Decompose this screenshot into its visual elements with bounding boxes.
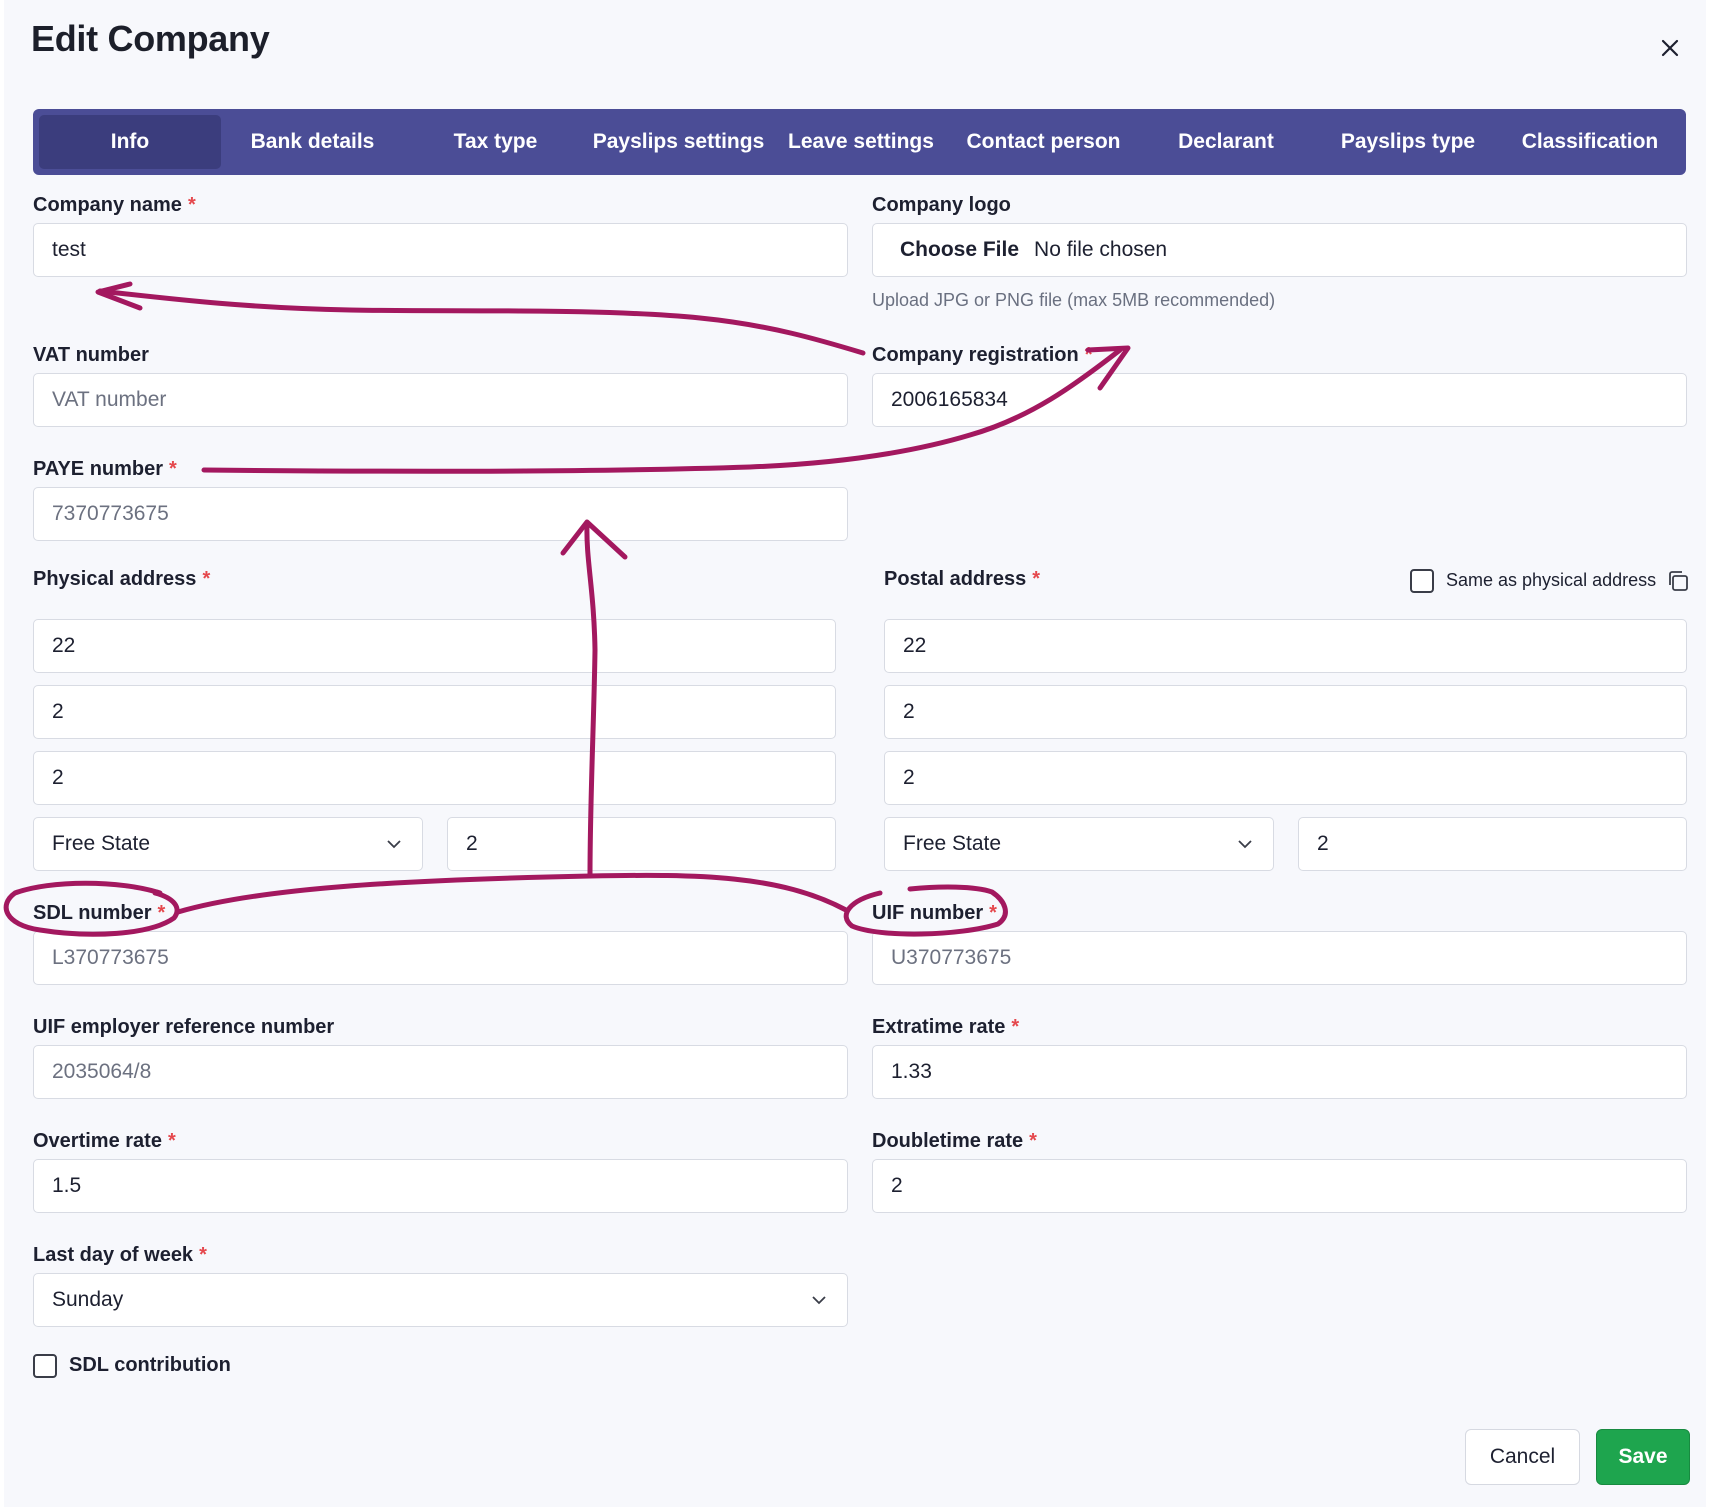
overtime-rate-input[interactable]: 1.5 bbox=[33, 1159, 848, 1213]
extratime-rate-label: Extratime rate * bbox=[872, 1016, 1020, 1038]
physical-address-line1[interactable]: 22 bbox=[33, 619, 836, 673]
extratime-rate-input[interactable]: 1.33 bbox=[872, 1045, 1687, 1099]
vat-number-input[interactable]: VAT number bbox=[33, 373, 848, 427]
close-icon bbox=[1661, 39, 1679, 57]
tab-bar: Info Bank details Tax type Payslips sett… bbox=[33, 109, 1686, 175]
save-button[interactable]: Save bbox=[1596, 1429, 1690, 1485]
dialog-title: Edit Company bbox=[31, 18, 270, 59]
sdl-contribution-checkbox[interactable] bbox=[33, 1354, 57, 1378]
postal-province-select[interactable]: Free State bbox=[884, 817, 1274, 871]
last-day-of-week-select[interactable]: Sunday bbox=[33, 1273, 848, 1327]
company-name-label: Company name * bbox=[33, 194, 196, 216]
uif-employer-ref-input[interactable]: 2035064/8 bbox=[33, 1045, 848, 1099]
tab-bank-details[interactable]: Bank details bbox=[221, 115, 404, 169]
tab-declarant[interactable]: Declarant bbox=[1135, 115, 1317, 169]
cancel-button[interactable]: Cancel bbox=[1465, 1429, 1580, 1485]
tab-info[interactable]: Info bbox=[39, 115, 221, 169]
postal-postal-code-input[interactable]: 2 bbox=[1298, 817, 1687, 871]
edit-company-dialog: Edit Company Info Bank details Tax type … bbox=[4, 0, 1706, 1507]
tab-payslips-type[interactable]: Payslips type bbox=[1317, 115, 1499, 169]
chevron-down-icon bbox=[812, 1296, 826, 1305]
copy-icon[interactable] bbox=[1666, 569, 1690, 593]
last-day-of-week-value: Sunday bbox=[52, 1288, 124, 1311]
tab-tax-type[interactable]: Tax type bbox=[404, 115, 587, 169]
uif-number-input[interactable]: U370773675 bbox=[872, 931, 1687, 985]
sdl-contribution-label: SDL contribution bbox=[69, 1354, 231, 1376]
physical-address-line3[interactable]: 2 bbox=[33, 751, 836, 805]
physical-province-value: Free State bbox=[52, 832, 151, 855]
company-logo-file-input[interactable]: Choose File No file chosen bbox=[872, 223, 1687, 277]
close-button[interactable] bbox=[1650, 28, 1690, 68]
tab-payslips-settings[interactable]: Payslips settings bbox=[587, 115, 770, 169]
physical-address-label: Physical address * bbox=[33, 568, 211, 590]
company-name-input[interactable]: test bbox=[33, 223, 848, 277]
postal-address-label: Postal address * bbox=[884, 568, 1041, 590]
overtime-rate-label: Overtime rate * bbox=[33, 1130, 176, 1152]
physical-address-line2[interactable]: 2 bbox=[33, 685, 836, 739]
postal-address-line3[interactable]: 2 bbox=[884, 751, 1687, 805]
chevron-down-icon bbox=[387, 840, 401, 849]
choose-file-button[interactable]: Choose File bbox=[900, 238, 1019, 262]
tab-leave-settings[interactable]: Leave settings bbox=[770, 115, 952, 169]
same-as-physical-checkbox[interactable] bbox=[1410, 569, 1434, 593]
company-logo-hint: Upload JPG or PNG file (max 5MB recommen… bbox=[872, 290, 1276, 310]
postal-province-value: Free State bbox=[903, 832, 1002, 855]
same-as-physical-label: Same as physical address bbox=[1446, 570, 1657, 590]
chevron-down-icon bbox=[1238, 840, 1252, 849]
postal-address-line1[interactable]: 22 bbox=[884, 619, 1687, 673]
paye-number-label: PAYE number * bbox=[33, 458, 177, 480]
sdl-number-input[interactable]: L370773675 bbox=[33, 931, 848, 985]
company-registration-input[interactable]: 2006165834 bbox=[872, 373, 1687, 427]
file-status: No file chosen bbox=[1034, 238, 1168, 261]
company-registration-label: Company registration * bbox=[872, 344, 1093, 366]
postal-address-line2[interactable]: 2 bbox=[884, 685, 1687, 739]
sdl-number-label: SDL number * bbox=[33, 902, 166, 924]
physical-postal-code-input[interactable]: 2 bbox=[447, 817, 836, 871]
uif-employer-ref-label: UIF employer reference number bbox=[33, 1016, 335, 1038]
paye-number-input[interactable]: 7370773675 bbox=[33, 487, 848, 541]
company-logo-label: Company logo bbox=[872, 194, 1011, 216]
doubletime-rate-input[interactable]: 2 bbox=[872, 1159, 1687, 1213]
doubletime-rate-label: Doubletime rate * bbox=[872, 1130, 1037, 1152]
physical-province-select[interactable]: Free State bbox=[33, 817, 423, 871]
tab-contact-person[interactable]: Contact person bbox=[952, 115, 1135, 169]
last-day-of-week-label: Last day of week * bbox=[33, 1244, 207, 1266]
uif-number-label: UIF number * bbox=[872, 902, 997, 924]
vat-number-label: VAT number bbox=[33, 344, 149, 366]
tab-classification[interactable]: Classification bbox=[1499, 115, 1681, 169]
